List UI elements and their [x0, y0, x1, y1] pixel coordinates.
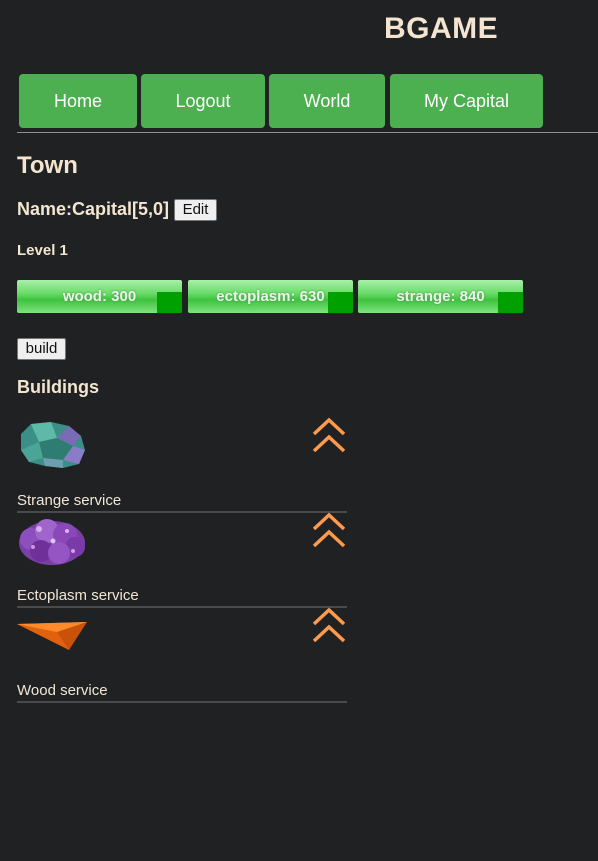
- nav-home-button[interactable]: Home: [19, 74, 137, 128]
- town-name: Name:Capital[5,0]: [17, 199, 170, 219]
- resource-bar-strange: strange: 840: [358, 280, 523, 313]
- purple-crystal-icon: [19, 519, 85, 565]
- resource-label: ectoplasm: 630: [216, 288, 325, 305]
- upgrade-chevron-icon[interactable]: [311, 511, 347, 549]
- building-item-ectoplasm-service: Ectoplasm service: [17, 511, 347, 608]
- resource-bar-wood: wood: 300: [17, 280, 182, 313]
- building-item-wood-service: Wood service: [17, 606, 347, 703]
- upgrade-chevron-icon[interactable]: [311, 606, 347, 644]
- nav-divider: [17, 132, 598, 133]
- resource-label: wood: 300: [62, 288, 137, 305]
- edit-button[interactable]: Edit: [174, 199, 217, 221]
- town-level: Level 1: [17, 242, 68, 259]
- resource-bar-ectoplasm: ectoplasm: 630: [188, 280, 353, 313]
- build-button[interactable]: build: [17, 338, 66, 360]
- orange-plane-icon: [17, 622, 87, 650]
- resource-label: strange: 840: [396, 288, 485, 305]
- building-name: Wood service: [17, 682, 108, 699]
- building-name: Ectoplasm service: [17, 587, 139, 604]
- nav-logout-button[interactable]: Logout: [141, 74, 265, 128]
- building-item-strange-service: Strange service: [17, 416, 347, 513]
- app-title: BGAME: [384, 12, 499, 45]
- buildings-title: Buildings: [17, 377, 99, 397]
- teal-crystal-icon: [21, 422, 85, 468]
- upgrade-chevron-icon[interactable]: [311, 416, 347, 454]
- nav-my-capital-button[interactable]: My Capital: [390, 74, 543, 128]
- building-name: Strange service: [17, 492, 122, 509]
- nav-world-button[interactable]: World: [269, 74, 385, 128]
- page-title: Town: [17, 152, 78, 179]
